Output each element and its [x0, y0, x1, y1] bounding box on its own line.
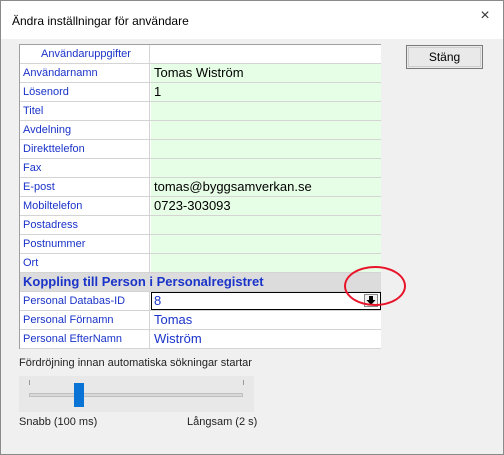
section-row: Koppling till Person i Personalregistret	[20, 273, 381, 292]
field-label: Mobiltelefon	[20, 197, 150, 215]
field-label: Ort	[20, 254, 150, 272]
title-field[interactable]	[151, 102, 381, 120]
dropdown-button[interactable]	[364, 294, 378, 307]
slider-tick	[243, 380, 244, 385]
grid-header-value	[151, 45, 381, 63]
field-row-person-id: Personal Databas-ID 8	[20, 292, 381, 311]
grid-header: Användaruppgifter	[20, 45, 150, 63]
field-label: Fax	[20, 159, 150, 177]
field-label: Postadress	[20, 216, 150, 234]
direct-phone-field[interactable]	[151, 140, 381, 158]
field-label: Lösenord	[20, 83, 150, 101]
slider-track	[29, 393, 243, 397]
person-id-value: 8	[154, 293, 162, 308]
field-row-username: Användarnamn Tomas Wiström	[20, 64, 381, 83]
title-bar: Ändra inställningar för användare ×	[1, 1, 503, 39]
field-label: Användarnamn	[20, 64, 150, 82]
person-id-combobox[interactable]: 8	[151, 292, 381, 310]
field-row-email: E-post tomas@byggsamverkan.se	[20, 178, 381, 197]
email-field[interactable]: tomas@byggsamverkan.se	[151, 178, 381, 196]
field-label: Personal Förnamn	[20, 311, 150, 329]
city-field[interactable]	[151, 254, 381, 272]
grid-header-row: Användaruppgifter	[20, 45, 381, 64]
slider-min-label: Snabb (100 ms)	[19, 416, 98, 428]
dialog-window: Ändra inställningar för användare × Anvä…	[0, 0, 504, 455]
field-label: E-post	[20, 178, 150, 196]
field-label: Direkttelefon	[20, 140, 150, 158]
person-firstname-field[interactable]: Tomas	[151, 311, 381, 329]
delay-slider[interactable]	[19, 376, 254, 412]
field-row-password: Lösenord 1	[20, 83, 381, 102]
section-title: Koppling till Person i Personalregistret	[23, 274, 264, 289]
slider-tick	[29, 380, 30, 385]
field-row-title: Titel	[20, 102, 381, 121]
person-lastname-field[interactable]: Wiström	[151, 330, 381, 348]
field-label: Personal Databas-ID	[20, 292, 150, 310]
close-icon[interactable]: ×	[475, 7, 495, 25]
department-field[interactable]	[151, 121, 381, 139]
field-row-postal-address: Postadress	[20, 216, 381, 235]
password-field[interactable]: 1	[151, 83, 381, 101]
mobile-field[interactable]: 0723-303093	[151, 197, 381, 215]
username-field[interactable]: Tomas Wiström	[151, 64, 381, 82]
field-label: Personal EfterNamn	[20, 330, 150, 348]
postal-code-field[interactable]	[151, 235, 381, 253]
user-details-grid: Användaruppgifter Användarnamn Tomas Wis…	[19, 44, 381, 349]
field-label: Postnummer	[20, 235, 150, 253]
field-row-city: Ort	[20, 254, 381, 273]
field-row-mobile: Mobiltelefon 0723-303093	[20, 197, 381, 216]
arrow-down-icon	[366, 296, 376, 305]
field-row-fax: Fax	[20, 159, 381, 178]
postal-address-field[interactable]	[151, 216, 381, 234]
field-row-postal-code: Postnummer	[20, 235, 381, 254]
fax-field[interactable]	[151, 159, 381, 177]
slider-max-label: Långsam (2 s)	[187, 416, 258, 428]
delay-label: Fördröjning innan automatiska sökningar …	[19, 357, 252, 369]
slider-thumb[interactable]	[73, 383, 84, 407]
close-button[interactable]: Stäng	[406, 45, 483, 69]
field-label: Titel	[20, 102, 150, 120]
field-row-person-firstname: Personal Förnamn Tomas	[20, 311, 381, 330]
field-label: Avdelning	[20, 121, 150, 139]
field-row-person-lastname: Personal EfterNamn Wiström	[20, 330, 381, 349]
field-row-direct-phone: Direkttelefon	[20, 140, 381, 159]
field-row-department: Avdelning	[20, 121, 381, 140]
window-title: Ändra inställningar för användare	[12, 14, 189, 28]
